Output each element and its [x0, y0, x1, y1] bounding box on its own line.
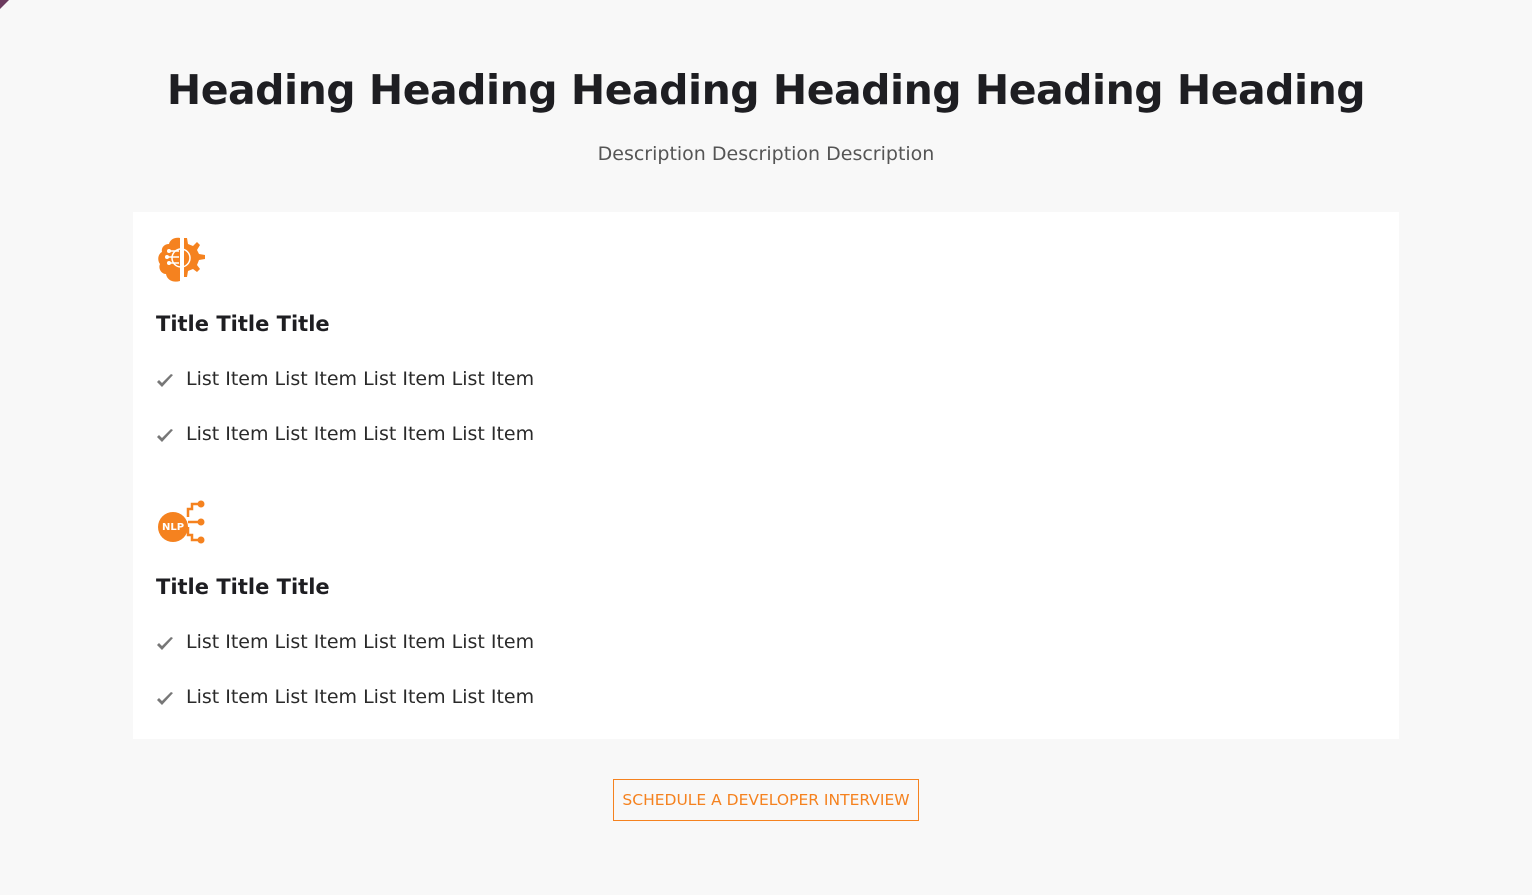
- schedule-interview-button[interactable]: SCHEDULE A DEVELOPER INTERVIEW: [613, 779, 919, 821]
- nlp-icon: NLP: [156, 499, 208, 549]
- list-item: List Item List Item List Item List Item: [156, 631, 534, 653]
- section-title: Title Title Title: [156, 312, 330, 336]
- features-card: Title Title Title List Item List Item Li…: [133, 212, 1399, 739]
- feature-section-ai: Title Title Title List Item List Item Li…: [156, 236, 534, 445]
- checkmark-icon: [157, 692, 173, 705]
- list-item: List Item List Item List Item List Item: [156, 423, 534, 445]
- list-item: List Item List Item List Item List Item: [156, 368, 534, 390]
- page-title: Heading Heading Heading Heading Heading …: [166, 66, 1366, 114]
- section-title: Title Title Title: [156, 575, 330, 599]
- checkmark-icon: [157, 374, 173, 387]
- list-item: List Item List Item List Item List Item: [156, 686, 534, 708]
- page-description: Description Description Description: [597, 143, 935, 165]
- corner-decoration: [0, 0, 9, 9]
- feature-section-nlp: NLP Title Title Title List Item List Ite…: [156, 499, 534, 708]
- ai-brain-gear-icon: [158, 237, 205, 282]
- checkmark-icon: [157, 429, 173, 442]
- checkmark-icon: [157, 637, 173, 650]
